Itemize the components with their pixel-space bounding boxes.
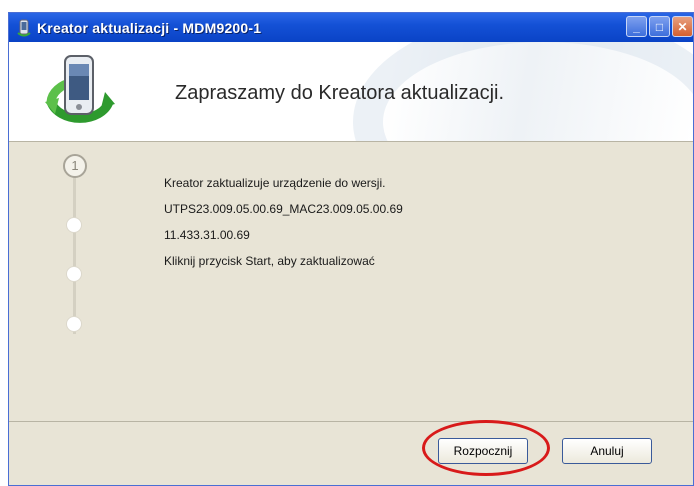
step-dot-3 [66,266,82,282]
info-line: Kreator zaktualizuje urządzenie do wersj… [164,176,386,190]
info-line: Kliknij przycisk Start, aby zaktualizowa… [164,254,375,268]
step-dot-4 [66,316,82,332]
step-current: 1 [63,154,87,178]
page-title: Zapraszamy do Kreatora aktualizacji. [175,82,505,104]
step-dot-2 [66,217,82,233]
window-title: Kreator aktualizacji - MDM9200-1 [37,19,262,36]
minimize-icon[interactable]: _ [626,16,647,37]
phone-icon [17,19,31,36]
start-button[interactable]: Rozpocznij [438,438,528,464]
phone-sync-icon [45,55,115,123]
cancel-button[interactable]: Anuluj [562,438,652,464]
step-indicator: 1 [61,154,87,334]
info-line: 11.433.31.00.69 [164,228,250,242]
footer-divider [9,421,693,422]
info-line: UTPS23.009.05.00.69_MAC23.009.05.00.69 [164,202,403,216]
title-bar[interactable]: Kreator aktualizacji - MDM9200-1 _ □ ✕ [9,13,693,42]
wizard-header: Zapraszamy do Kreatora aktualizacji. [9,42,693,142]
close-icon[interactable]: ✕ [672,16,693,37]
maximize-icon[interactable]: □ [649,16,670,37]
step-line [73,176,76,334]
wizard-window: Kreator aktualizacji - MDM9200-1 _ □ ✕ Z… [8,12,694,486]
info-text: Kreator zaktualizuje urządzenie do wersj… [164,176,403,280]
